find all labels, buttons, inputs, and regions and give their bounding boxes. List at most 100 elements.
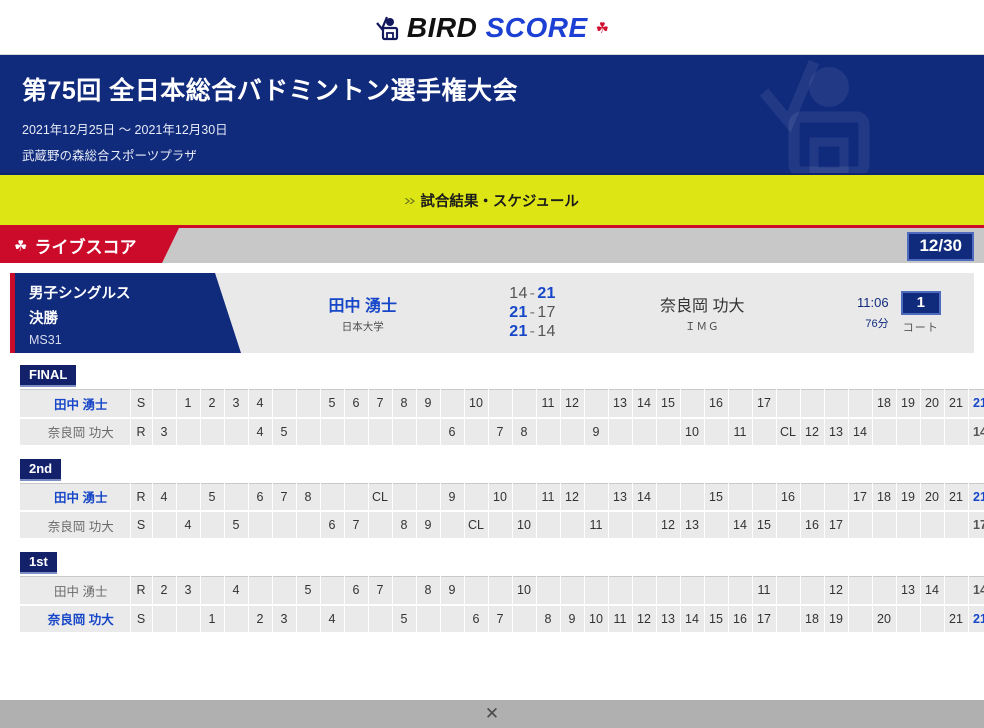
rally-point-cell: CL (776, 417, 801, 447)
rally-point-cell (272, 389, 297, 419)
rally-point-cell: 14 (848, 417, 873, 447)
set-block: FINAL 田中 湧士 S 1 2 3 4 5 6 7 8 9 10 11 12 13 14 15 16 17 18 19… (10, 365, 984, 447)
rally-point-cell (632, 511, 657, 540)
rally-point-cell: 2 (152, 576, 177, 606)
match-category-block: 男子シングルス 決勝 MS31 (15, 273, 241, 353)
rally-point-cell (368, 417, 393, 447)
rally-point-cell (296, 389, 321, 419)
match-set-scores: 14-21 21-17 21-14 (485, 273, 581, 353)
rally-point-cell: 5 (320, 389, 345, 419)
rally-point-cell (200, 576, 225, 606)
rally-point-cell: 20 (920, 483, 945, 512)
rally-point-cell: 7 (272, 483, 297, 512)
rally-point-cell (176, 604, 201, 634)
date-chip[interactable]: 12/30 (907, 232, 974, 261)
rally-point-cell: 12 (800, 417, 825, 447)
rally-point-cell: 10 (512, 511, 537, 540)
score-dash: - (529, 323, 536, 340)
rally-point-cell (824, 389, 849, 419)
rally-point-cell (392, 483, 417, 512)
rally-point-cell (608, 511, 633, 540)
live-score-tag: ☘ ライブスコア (0, 228, 180, 263)
rally-point-cell: 8 (512, 417, 537, 447)
table-row: 奈良岡 功大 R 3 4 5 6 7 8 9 10 11 CL 12 13 14 14 (20, 417, 984, 447)
set2-left-score: 21 (509, 304, 528, 321)
player1-name: 田中 湧士 (328, 298, 397, 315)
table-row: 田中 湧士 R 4 5 6 7 8 CL 9 10 11 12 13 14 15 16 17 18 19 20 21 21 (20, 483, 984, 512)
rally-point-cell (224, 417, 249, 447)
set-total-score: 17 (968, 511, 984, 540)
grid-player-name: 田中 湧士 (20, 389, 131, 419)
rally-point-cell: 3 (152, 417, 177, 447)
brand-word-score: SCORE (485, 11, 588, 43)
rally-point-cell (944, 511, 969, 540)
rally-point-cell: 10 (488, 483, 513, 512)
rally-point-cell (488, 511, 513, 540)
rally-point-cell (896, 417, 921, 447)
rally-point-cell (488, 389, 513, 419)
rally-point-cell: 6 (344, 576, 369, 606)
rally-point-cell (440, 511, 465, 540)
bird-logo-icon (375, 14, 401, 42)
rally-point-cell: 4 (176, 511, 201, 540)
rally-point-cell: 14 (920, 576, 945, 606)
rally-point-cell (560, 576, 585, 606)
rally-point-cell: 16 (728, 604, 753, 634)
set-total-score: 21 (968, 389, 984, 419)
rally-point-cell (248, 576, 273, 606)
set-score-row: 21-14 (509, 323, 555, 341)
rally-point-cell (896, 511, 921, 540)
chevron-down-icon: » (404, 191, 416, 209)
brand-word-bird: BIRD (406, 11, 478, 43)
rally-point-cell: 14 (728, 511, 753, 540)
rally-point-cell: 6 (344, 389, 369, 419)
rally-point-cell (272, 511, 297, 540)
rally-point-cell (920, 417, 945, 447)
rally-point-cell (584, 576, 609, 606)
rally-point-cell (728, 483, 753, 512)
rally-point-cell (488, 576, 513, 606)
rally-point-cell (560, 511, 585, 540)
set-tag: 1st (20, 552, 57, 574)
rally-point-cell (872, 576, 897, 606)
rally-point-cell: 19 (824, 604, 849, 634)
rally-point-cell (200, 511, 225, 540)
rally-point-cell (296, 511, 321, 540)
rally-point-cell (512, 483, 537, 512)
rally-point-cell: 8 (296, 483, 321, 512)
match-duration: 76分 (857, 312, 888, 332)
rally-point-cell (152, 511, 177, 540)
rally-point-cell: 2 (200, 389, 225, 419)
score-dash: - (529, 285, 536, 302)
brand-logo[interactable]: BIRD SCORE ☘ (375, 12, 609, 44)
serve-receive-indicator: R (130, 483, 153, 512)
rally-point-cell (776, 576, 801, 606)
rally-point-cell (752, 417, 777, 447)
rally-point-cell (368, 604, 393, 634)
set-grids-container: FINAL 田中 湧士 S 1 2 3 4 5 6 7 8 9 10 11 12 13 14 15 16 17 18 19… (10, 365, 984, 634)
rally-point-cell: 7 (488, 417, 513, 447)
rally-point-cell (152, 604, 177, 634)
close-panel-button[interactable]: ✕ (0, 700, 984, 728)
rally-point-cell (776, 511, 801, 540)
rally-point-cell (296, 417, 321, 447)
rally-point-cell: 15 (752, 511, 777, 540)
rally-point-cell: 12 (824, 576, 849, 606)
rally-point-cell (392, 417, 417, 447)
table-row: 奈良岡 功大 S 1 2 3 4 5 6 7 8 9 10 11 12 13 14 15 16 17 18 19 20 21… (20, 604, 984, 634)
match-code: MS31 (29, 333, 62, 347)
serve-receive-indicator: S (130, 604, 153, 634)
player1-block: 田中 湧士 日本大学 (215, 273, 485, 353)
match-card[interactable]: 男子シングルス 決勝 MS31 田中 湧士 日本大学 14-21 21-17 2… (10, 273, 974, 353)
rally-point-cell: 6 (440, 417, 465, 447)
schedule-results-bar[interactable]: » 試合結果・スケジュール (0, 173, 984, 225)
rally-point-cell: 21 (944, 389, 969, 419)
set2-right-score: 17 (537, 304, 556, 321)
set3-left-score: 21 (509, 323, 528, 340)
rally-point-cell: 6 (464, 604, 489, 634)
rally-point-cell: 4 (248, 417, 273, 447)
rally-point-cell (704, 417, 729, 447)
player1-affiliation: 日本大学 (341, 321, 384, 333)
rally-point-cell (224, 604, 249, 634)
rally-point-cell: 7 (344, 511, 369, 540)
